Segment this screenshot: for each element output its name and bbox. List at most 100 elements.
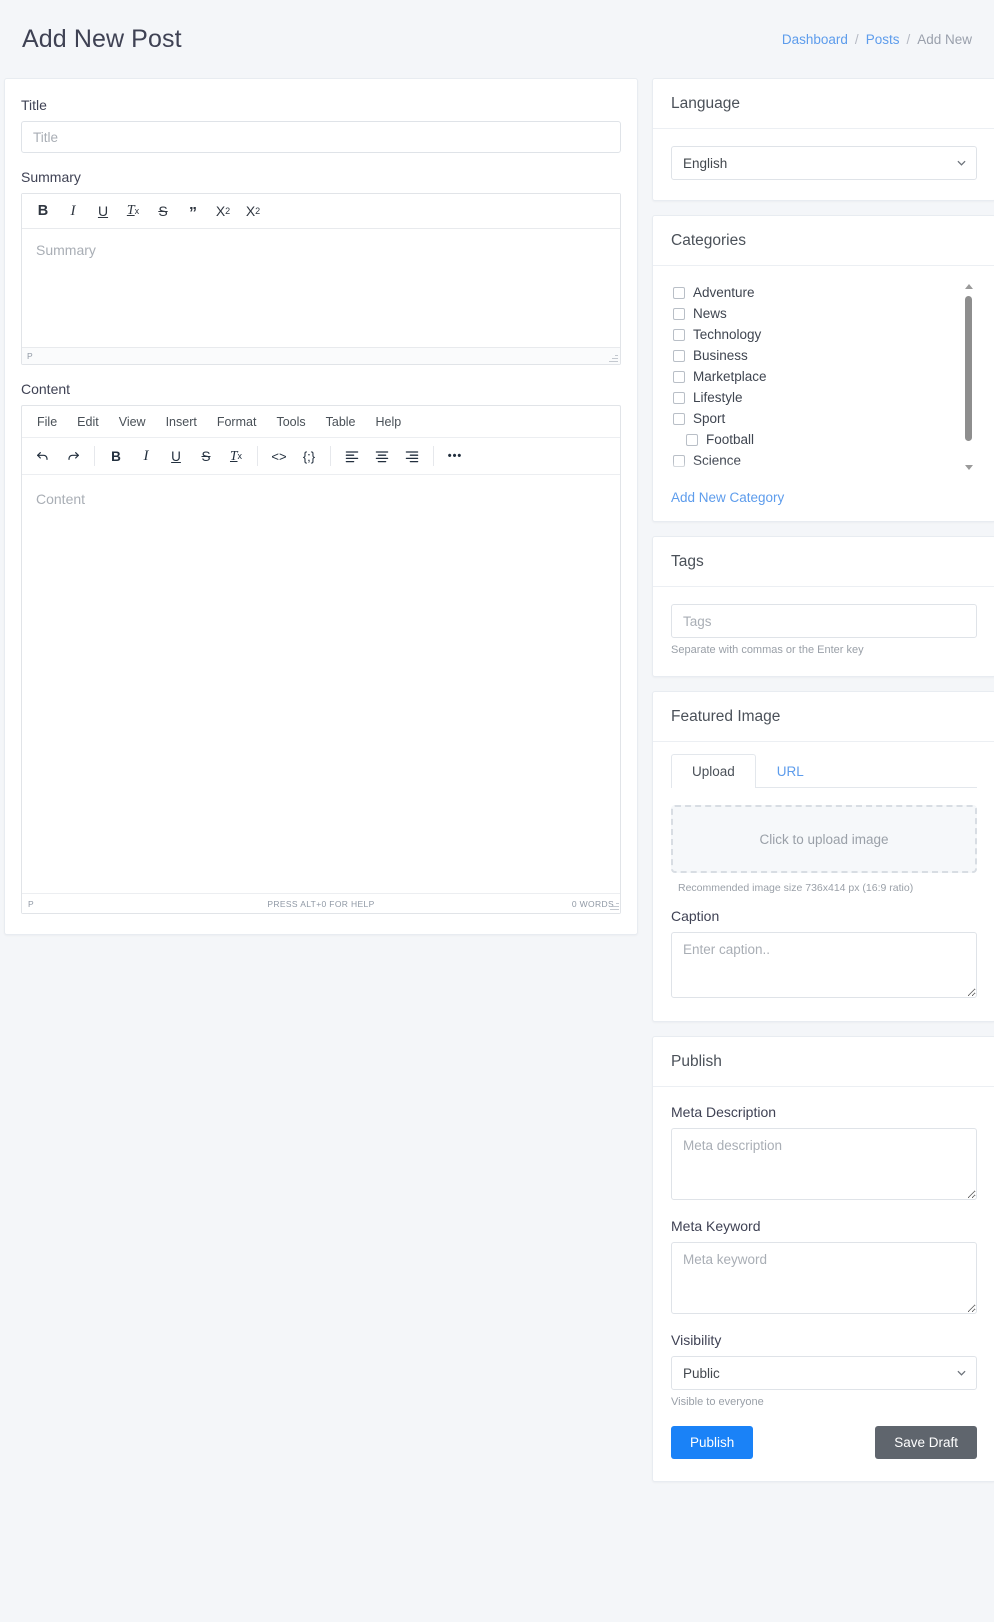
list-item[interactable]: Marketplace xyxy=(673,366,977,387)
menu-file[interactable]: File xyxy=(28,411,66,433)
italic-icon[interactable]: I xyxy=(58,197,88,225)
visibility-select[interactable]: Public xyxy=(671,1356,977,1390)
content-menubar: File Edit View Insert Format Tools Table… xyxy=(22,406,620,438)
scroll-down-arrow-icon[interactable] xyxy=(965,465,973,470)
category-label: Technology xyxy=(693,327,761,342)
scroll-up-arrow-icon[interactable] xyxy=(965,284,973,289)
menu-tools[interactable]: Tools xyxy=(267,411,314,433)
more-icon[interactable]: ••• xyxy=(440,442,470,470)
source-code-icon[interactable]: <> xyxy=(264,442,294,470)
meta-description-label: Meta Description xyxy=(671,1104,977,1120)
category-label: Adventure xyxy=(693,285,755,300)
bold-icon[interactable]: B xyxy=(101,442,131,470)
category-label: Health xyxy=(693,474,732,476)
category-label: News xyxy=(693,306,727,321)
checkbox-marketplace[interactable] xyxy=(673,371,685,383)
blockquote-icon[interactable]: ” xyxy=(178,197,208,225)
categories-title: Categories xyxy=(653,216,994,266)
align-center-icon[interactable] xyxy=(367,442,397,470)
publish-actions: Publish Save Draft xyxy=(671,1426,977,1459)
add-new-category-link[interactable]: Add New Category xyxy=(671,490,784,505)
menu-view[interactable]: View xyxy=(110,411,155,433)
code-sample-icon[interactable]: {;} xyxy=(294,442,324,470)
breadcrumb-item-posts[interactable]: Posts xyxy=(866,32,900,47)
checkbox-lifestyle[interactable] xyxy=(673,392,685,404)
checkbox-news[interactable] xyxy=(673,308,685,320)
save-draft-button[interactable]: Save Draft xyxy=(875,1426,977,1459)
list-item[interactable]: News xyxy=(673,303,977,324)
checkbox-science[interactable] xyxy=(673,455,685,467)
tags-title: Tags xyxy=(653,537,994,587)
visibility-hint: Visible to everyone xyxy=(671,1396,977,1408)
superscript-icon[interactable]: X2 xyxy=(208,197,238,225)
strikethrough-icon[interactable]: S xyxy=(191,442,221,470)
bold-icon[interactable]: B xyxy=(28,197,58,225)
menu-format[interactable]: Format xyxy=(208,411,266,433)
strikethrough-icon[interactable]: S xyxy=(148,197,178,225)
breadcrumb-separator: / xyxy=(855,32,859,47)
remove-format-icon[interactable]: Tx xyxy=(221,442,251,470)
list-item[interactable]: Health xyxy=(673,471,977,476)
title-input[interactable] xyxy=(21,121,621,153)
language-select[interactable]: English xyxy=(671,146,977,180)
tags-card: Tags Separate with commas or the Enter k… xyxy=(652,536,994,677)
tab-upload[interactable]: Upload xyxy=(671,754,756,788)
categories-scrollbar[interactable] xyxy=(962,284,975,470)
list-item[interactable]: Lifestyle xyxy=(673,387,977,408)
summary-textarea[interactable]: Summary xyxy=(22,229,620,347)
categories-card: Categories Adventure News Technology xyxy=(652,215,994,522)
checkbox-health[interactable] xyxy=(673,476,685,477)
meta-keyword-label: Meta Keyword xyxy=(671,1218,977,1234)
list-item[interactable]: Adventure xyxy=(673,282,977,303)
menu-insert[interactable]: Insert xyxy=(157,411,206,433)
align-left-icon[interactable] xyxy=(337,442,367,470)
list-item[interactable]: Sport xyxy=(673,408,977,429)
publish-button[interactable]: Publish xyxy=(671,1426,753,1459)
scrollbar-track[interactable] xyxy=(962,294,975,460)
tags-input[interactable] xyxy=(671,604,977,638)
menu-help[interactable]: Help xyxy=(367,411,411,433)
sidebar-column: Language English Categories xyxy=(652,78,994,1496)
remove-format-icon[interactable]: Tx xyxy=(118,197,148,225)
tab-url[interactable]: URL xyxy=(756,754,825,788)
menu-table[interactable]: Table xyxy=(317,411,365,433)
meta-keyword-textarea[interactable] xyxy=(671,1242,977,1314)
checkbox-technology[interactable] xyxy=(673,329,685,341)
checkbox-sport[interactable] xyxy=(673,413,685,425)
breadcrumb-item-current: Add New xyxy=(917,32,972,47)
language-select-wrap: English xyxy=(671,146,977,180)
page-layout: Title Summary B I U Tx S ” X2 X2 Summary xyxy=(0,78,994,1496)
subscript-icon[interactable]: X2 xyxy=(238,197,268,225)
image-upload-dropzone[interactable]: Click to upload image xyxy=(671,805,977,873)
meta-description-textarea[interactable] xyxy=(671,1128,977,1200)
underline-icon[interactable]: U xyxy=(161,442,191,470)
categories-list[interactable]: Adventure News Technology Business xyxy=(671,278,977,476)
list-item[interactable]: Technology xyxy=(673,324,977,345)
summary-resize-handle[interactable] xyxy=(608,353,618,363)
page-title: Add New Post xyxy=(22,25,182,54)
language-title: Language xyxy=(653,79,994,129)
summary-editor: B I U Tx S ” X2 X2 Summary P xyxy=(21,193,621,365)
underline-icon[interactable]: U xyxy=(88,197,118,225)
featured-image-tabs: Upload URL xyxy=(671,754,977,788)
summary-toolbar: B I U Tx S ” X2 X2 xyxy=(22,194,620,229)
list-item[interactable]: Business xyxy=(673,345,977,366)
list-item[interactable]: Football xyxy=(673,429,977,450)
content-word-count: 0 WORDS xyxy=(572,899,614,909)
checkbox-business[interactable] xyxy=(673,350,685,362)
scrollbar-thumb[interactable] xyxy=(965,296,972,441)
breadcrumb-item-dashboard[interactable]: Dashboard xyxy=(782,32,848,47)
checkbox-football[interactable] xyxy=(686,434,698,446)
italic-icon[interactable]: I xyxy=(131,442,161,470)
content-resize-handle[interactable] xyxy=(609,901,619,911)
checkbox-adventure[interactable] xyxy=(673,287,685,299)
menu-edit[interactable]: Edit xyxy=(68,411,108,433)
undo-icon[interactable] xyxy=(28,442,58,470)
content-statusbar: P PRESS ALT+0 FOR HELP 0 WORDS xyxy=(22,893,620,913)
align-right-icon[interactable] xyxy=(397,442,427,470)
category-label: Marketplace xyxy=(693,369,767,384)
caption-textarea[interactable] xyxy=(671,932,977,998)
content-textarea[interactable]: Content xyxy=(22,475,620,893)
redo-icon[interactable] xyxy=(58,442,88,470)
list-item[interactable]: Science xyxy=(673,450,977,471)
